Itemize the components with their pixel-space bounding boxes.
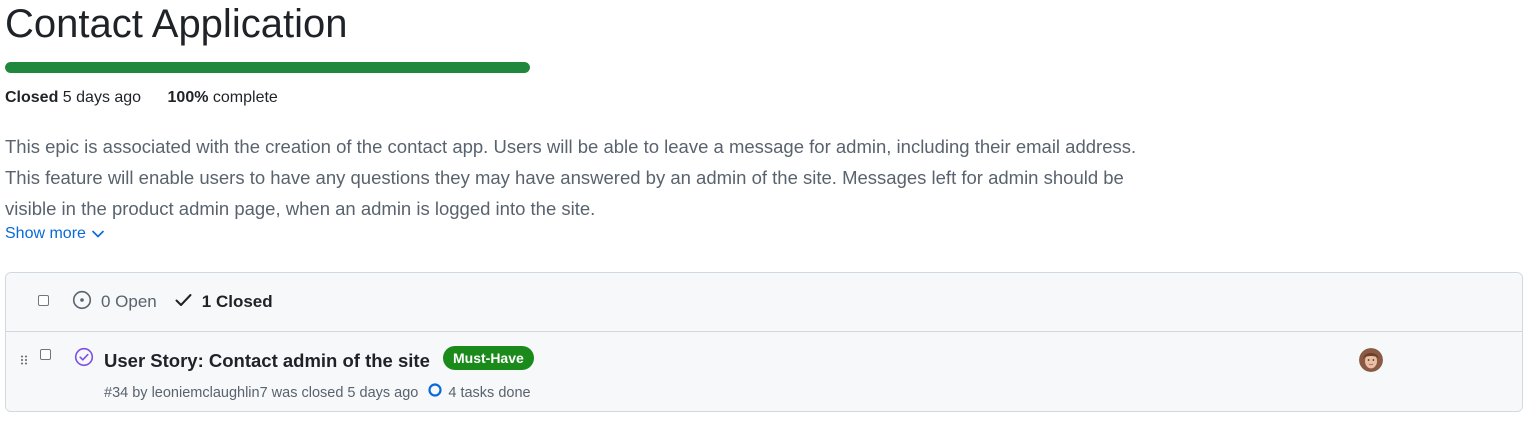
issue-meta-text: #34 by leoniemclaughlin7 was closed 5 da… — [104, 384, 419, 401]
task-progress-ring-icon — [428, 383, 442, 402]
assignee-avatar[interactable] — [1359, 348, 1383, 372]
open-count-label: 0 Open — [101, 292, 157, 311]
drag-handle-icon[interactable] — [21, 352, 27, 370]
tasks-progress: 4 tasks done — [428, 383, 531, 402]
show-more-link[interactable]: Show more — [5, 224, 104, 244]
open-filter[interactable]: 0 Open — [72, 290, 157, 315]
issues-panel: 0 Open 1 Closed User Story: Contact admi… — [5, 272, 1523, 412]
milestone-meta: Closed 5 days ago 100% complete — [5, 88, 278, 108]
closed-check-circle-icon — [74, 347, 94, 372]
status-label: Closed — [5, 89, 59, 106]
issues-list-header: 0 Open 1 Closed — [6, 273, 1522, 332]
progress-bar — [5, 62, 530, 73]
percent-value: 100% — [167, 89, 209, 106]
status-time: 5 days ago — [62, 89, 142, 106]
percent-suffix: complete — [212, 89, 278, 106]
issue-open-icon — [72, 290, 92, 315]
milestone-description: This epic is associated with the creatio… — [5, 136, 1137, 219]
issue-row[interactable]: User Story: Contact admin of the site Mu… — [6, 332, 1522, 411]
select-all-checkbox[interactable] — [38, 294, 49, 306]
milestone-title: Contact Application — [5, 2, 348, 46]
tasks-done-label: 4 tasks done — [448, 384, 531, 401]
check-icon — [175, 292, 192, 312]
issue-checkbox[interactable] — [40, 349, 51, 360]
issue-label-badge[interactable]: Must-Have — [443, 346, 534, 370]
issue-meta: #34 by leoniemclaughlin7 was closed 5 da… — [104, 383, 531, 402]
closed-filter[interactable]: 1 Closed — [175, 292, 273, 312]
percent-complete: 100% complete — [168, 89, 278, 106]
closed-count-label: 1 Closed — [201, 292, 273, 311]
progress-bar-fill — [5, 62, 530, 73]
chevron-down-icon — [92, 224, 104, 244]
show-more-label: Show more — [5, 225, 86, 242]
issue-title-link[interactable]: User Story: Contact admin of the site — [104, 350, 430, 372]
